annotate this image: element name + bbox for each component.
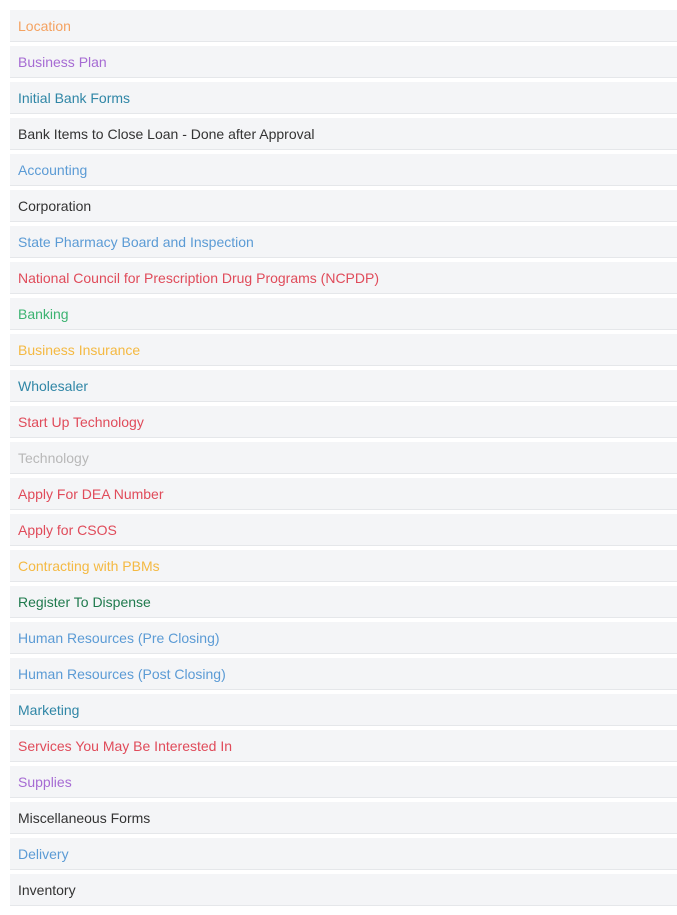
list-item-label: State Pharmacy Board and Inspection <box>18 233 254 250</box>
list-item-marketing[interactable]: Marketing <box>10 694 677 726</box>
list-item-wholesaler[interactable]: Wholesaler <box>10 370 677 402</box>
list-item-label: Business Plan <box>18 53 107 70</box>
list-item-label: Accounting <box>18 161 88 178</box>
list-item-hr-post-closing[interactable]: Human Resources (Post Closing) <box>10 658 677 690</box>
list-item-label: Services You May Be Interested In <box>18 737 233 754</box>
list-item-label: Human Resources (Post Closing) <box>18 665 226 682</box>
list-item-initial-bank-forms[interactable]: Initial Bank Forms <box>10 82 677 114</box>
list-item-label: Wholesaler <box>18 377 89 394</box>
list-item-label: Bank Items to Close Loan - Done after Ap… <box>18 125 315 142</box>
list-item-apply-csos[interactable]: Apply for CSOS <box>10 514 677 546</box>
list-item-label: Apply for CSOS <box>18 521 117 538</box>
list-item-label: Business Insurance <box>18 341 141 358</box>
list-item-location[interactable]: Location <box>10 10 677 42</box>
list-item-accounting[interactable]: Accounting <box>10 154 677 186</box>
list-item-bank-items-close-loan[interactable]: Bank Items to Close Loan - Done after Ap… <box>10 118 677 150</box>
list-item-delivery[interactable]: Delivery <box>10 838 677 870</box>
list-item-apply-dea-number[interactable]: Apply For DEA Number <box>10 478 677 510</box>
list-item-label: Technology <box>18 449 89 466</box>
list-item-start-up-technology[interactable]: Start Up Technology <box>10 406 677 438</box>
list-item-label: Apply For DEA Number <box>18 485 164 502</box>
list-item-label: Banking <box>18 305 69 322</box>
list-item-label: Contracting with PBMs <box>18 557 160 574</box>
list-item-label: Initial Bank Forms <box>18 89 131 106</box>
list-item-label: Inventory <box>18 881 76 898</box>
list-item-state-pharmacy-board[interactable]: State Pharmacy Board and Inspection <box>10 226 677 258</box>
list-item-label: Supplies <box>18 773 72 790</box>
list-item-label: Miscellaneous Forms <box>18 809 151 826</box>
list-item-technology[interactable]: Technology <box>10 442 677 474</box>
list-item-contracting-pbms[interactable]: Contracting with PBMs <box>10 550 677 582</box>
list-item-label: Register To Dispense <box>18 593 151 610</box>
list-item-label: Human Resources (Pre Closing) <box>18 629 220 646</box>
category-list: Location Business Plan Initial Bank Form… <box>0 0 677 906</box>
list-item-supplies[interactable]: Supplies <box>10 766 677 798</box>
list-item-label: Location <box>18 17 71 34</box>
list-item-label: National Council for Prescription Drug P… <box>18 269 380 286</box>
list-item-corporation[interactable]: Corporation <box>10 190 677 222</box>
list-item-ncpdp[interactable]: National Council for Prescription Drug P… <box>10 262 677 294</box>
list-item-banking[interactable]: Banking <box>10 298 677 330</box>
list-item-services-interested[interactable]: Services You May Be Interested In <box>10 730 677 762</box>
list-item-miscellaneous-forms[interactable]: Miscellaneous Forms <box>10 802 677 834</box>
list-item-label: Marketing <box>18 701 80 718</box>
list-item-business-plan[interactable]: Business Plan <box>10 46 677 78</box>
list-item-register-to-dispense[interactable]: Register To Dispense <box>10 586 677 618</box>
list-item-hr-pre-closing[interactable]: Human Resources (Pre Closing) <box>10 622 677 654</box>
list-item-label: Start Up Technology <box>18 413 144 430</box>
list-item-inventory[interactable]: Inventory <box>10 874 677 906</box>
list-item-label: Corporation <box>18 197 92 214</box>
list-item-label: Delivery <box>18 845 69 862</box>
list-item-business-insurance[interactable]: Business Insurance <box>10 334 677 366</box>
